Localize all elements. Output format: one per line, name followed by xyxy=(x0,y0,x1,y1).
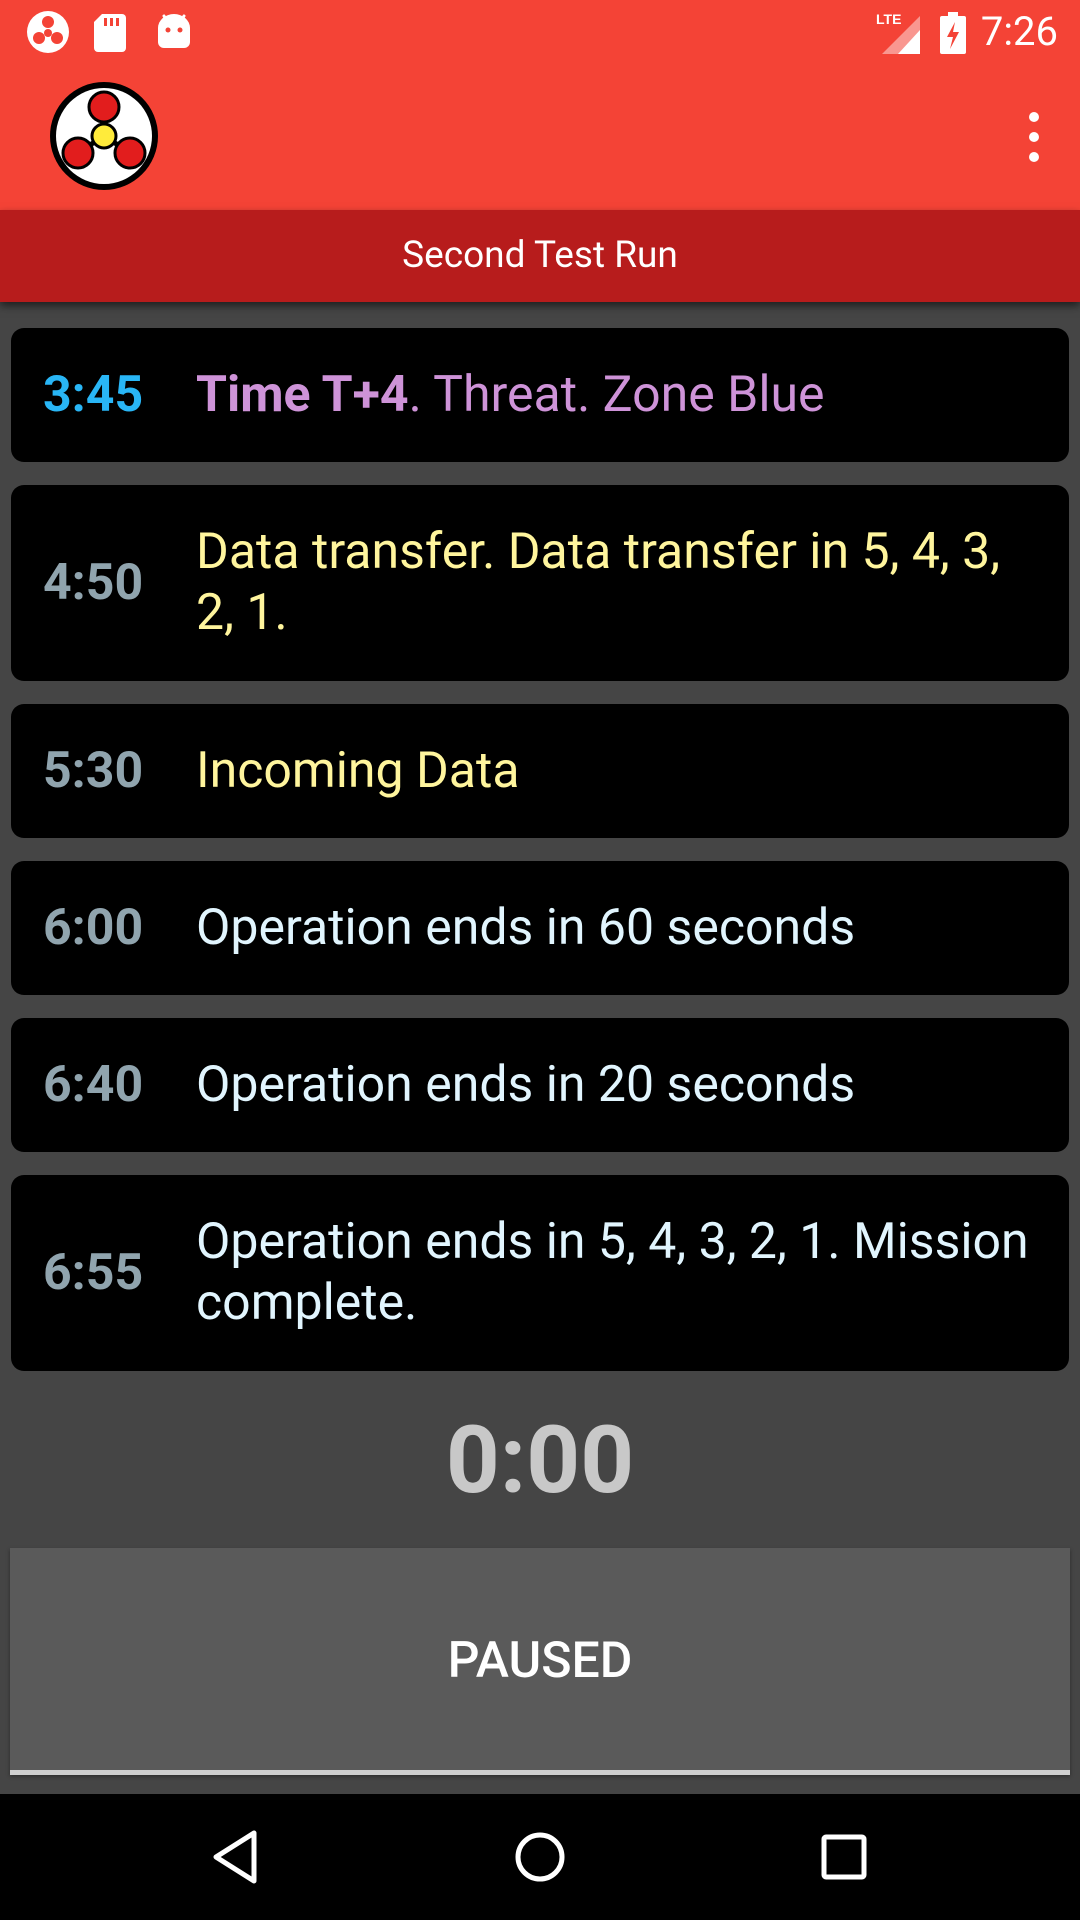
run-title: Second Test Run xyxy=(0,210,1080,302)
item-time: 3:45 xyxy=(43,366,144,424)
home-icon[interactable] xyxy=(500,1817,580,1897)
schedule-item[interactable]: 4:50 Data transfer. Data transfer in 5, … xyxy=(11,485,1069,681)
sd-card-icon xyxy=(94,14,126,52)
item-time: 6:55 xyxy=(43,1244,144,1302)
item-time: 4:50 xyxy=(43,554,144,612)
item-message: Operation ends in 20 seconds xyxy=(196,1055,856,1114)
item-message: Time T+4. Threat. Zone Blue xyxy=(196,365,1049,426)
pause-button-label: PAUSED xyxy=(447,1632,633,1690)
recents-icon[interactable] xyxy=(804,1817,884,1897)
schedule-item[interactable]: 6:40 Operation ends in 20 seconds xyxy=(11,1018,1069,1152)
back-icon[interactable] xyxy=(196,1817,276,1897)
schedule-item[interactable]: 6:00 Operation ends in 60 seconds xyxy=(11,861,1069,995)
network-label: LTE xyxy=(876,11,901,27)
item-time: 6:40 xyxy=(43,1056,144,1114)
overflow-menu-icon[interactable] xyxy=(1010,103,1058,171)
clock-time: 7:26 xyxy=(980,8,1058,55)
app-bar xyxy=(0,63,1080,210)
navigation-bar xyxy=(0,1794,1080,1920)
hazard-logo-icon[interactable] xyxy=(48,80,160,192)
lte-signal-icon: LTE xyxy=(876,11,920,54)
item-message: Incoming Data xyxy=(196,741,520,800)
status-bar: LTE 7:26 xyxy=(0,0,1080,63)
battery-charging-icon xyxy=(940,12,966,54)
schedule-item[interactable]: 6:55 Operation ends in 5, 4, 3, 2, 1. Mi… xyxy=(11,1175,1069,1371)
schedule-item[interactable]: 3:45 Time T+4. Threat. Zone Blue xyxy=(11,328,1069,462)
countdown-timer: 0:00 xyxy=(445,1405,635,1515)
item-message-bold: Time T+4 xyxy=(196,365,409,424)
item-time: 5:30 xyxy=(43,742,144,800)
item-time: 6:00 xyxy=(43,899,144,957)
item-message: Operation ends in 60 seconds xyxy=(196,898,856,957)
android-debug-icon xyxy=(158,14,190,48)
item-message-text: . Threat. Zone Blue xyxy=(408,365,825,424)
button-underline xyxy=(10,1770,1070,1775)
schedule-list[interactable]: 3:45 Time T+4. Threat. Zone Blue 4:50 Da… xyxy=(0,302,1080,1380)
item-message: Operation ends in 5, 4, 3, 2, 1. Mission… xyxy=(196,1213,1029,1332)
schedule-item[interactable]: 5:30 Incoming Data xyxy=(11,704,1069,838)
pause-resume-button[interactable]: PAUSED xyxy=(10,1548,1070,1774)
app-notification-icon xyxy=(27,11,69,53)
item-message: Data transfer. Data transfer in 5, 4, 3,… xyxy=(196,523,1001,642)
